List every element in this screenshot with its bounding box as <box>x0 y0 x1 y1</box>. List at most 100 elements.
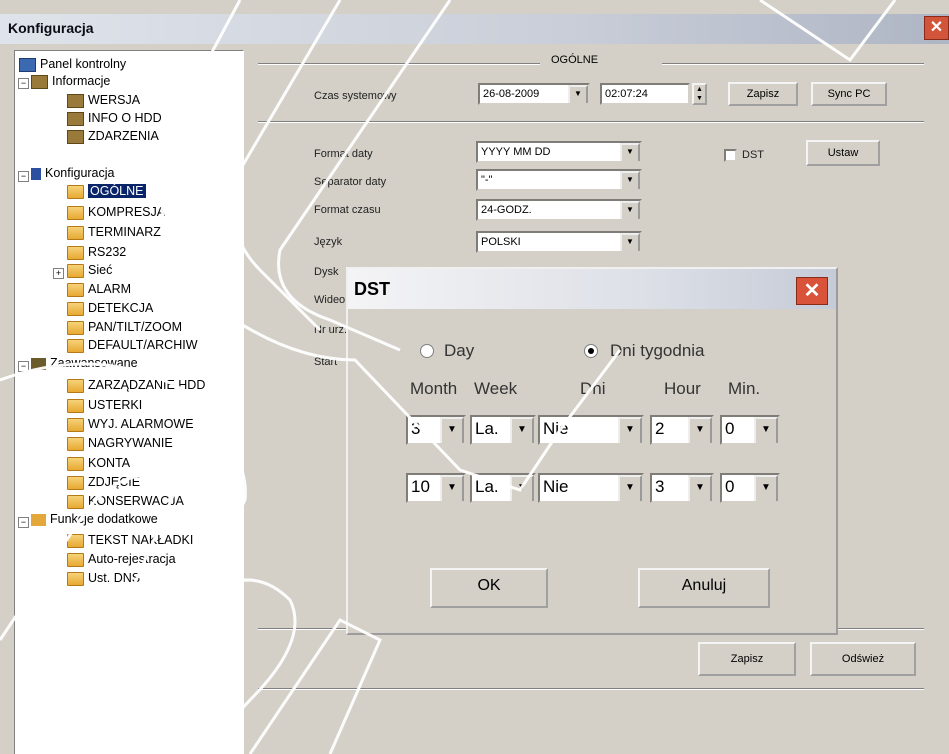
ustaw-button[interactable]: Ustaw <box>806 140 880 166</box>
date-field[interactable]: 26-08-2009 ▼ <box>478 83 590 105</box>
chevron-down-icon[interactable]: ▼ <box>688 417 712 443</box>
tree-item-zaawansowane[interactable]: Zaawansowane <box>31 354 138 372</box>
tree-item-ust-dns[interactable]: Ust. DNS <box>67 569 140 587</box>
tree-item-wersja[interactable]: WERSJA <box>67 91 140 109</box>
tree-item-default[interactable]: DEFAULT/ARCHIW <box>67 336 198 354</box>
expand-informacje-icon[interactable]: − <box>18 78 29 89</box>
day-radio[interactable] <box>420 344 434 358</box>
dni-tygodnia-radio[interactable] <box>584 344 598 358</box>
chevron-down-icon[interactable]: ▼ <box>568 85 588 103</box>
chevron-down-icon[interactable]: ▼ <box>510 417 534 443</box>
end-month-select[interactable]: 10 ▼ <box>406 473 466 503</box>
folder-icon <box>67 417 84 432</box>
start-hour-select[interactable]: 2 ▼ <box>650 415 714 445</box>
end-day-select[interactable]: Nie ▼ <box>538 473 644 503</box>
tree-item-funkcje-dodatkowe[interactable]: Funkcje dodatkowe <box>31 510 158 528</box>
tree-item-kompresja[interactable]: KOMPRESJA <box>67 203 165 221</box>
dysk-label: Dysk <box>314 266 339 278</box>
format-czasu-select[interactable]: 24-GODZ. ▼ <box>476 199 642 221</box>
dni-tygodnia-radio-label: Dni tygodnia <box>610 341 705 360</box>
zapisz-button[interactable]: Zapisz <box>698 642 796 676</box>
tree-item-rs232[interactable]: RS232 <box>67 243 126 261</box>
start-day-select[interactable]: Nie ▼ <box>538 415 644 445</box>
tree-item-pantilt[interactable]: PAN/TILT/ZOOM <box>67 318 182 336</box>
chevron-down-icon[interactable]: ▼ <box>620 143 640 161</box>
divider-line <box>258 121 924 123</box>
start-month-select[interactable]: 3 ▼ <box>406 415 466 445</box>
folder-icon <box>67 320 84 335</box>
dst-dialog-title: DST <box>354 279 390 299</box>
tree-item-konfiguracja[interactable]: Konfiguracja <box>31 164 115 182</box>
chevron-down-icon[interactable]: ▼ <box>620 201 640 219</box>
tree-item-konserwacja[interactable]: KONSERWACJA <box>67 492 184 510</box>
chevron-down-icon[interactable]: ▼ <box>440 475 464 501</box>
expand-siec-icon[interactable]: + <box>53 268 64 279</box>
tree-item-konta[interactable]: KONTA <box>67 454 130 472</box>
expand-zaawansowane-icon[interactable]: − <box>18 361 29 372</box>
start-week-select[interactable]: La. ▼ <box>470 415 536 445</box>
tree-item-nagrywanie[interactable]: NAGRYWANIE <box>67 434 173 452</box>
folder-icon <box>67 245 84 260</box>
document-icon <box>67 129 84 144</box>
tree-item-tekst-nakladki[interactable]: TEKST NAKŁADKI <box>67 531 193 549</box>
tree-item-ogolne[interactable]: OGÓLNE <box>67 182 146 200</box>
chevron-down-icon[interactable]: ▼ <box>620 171 640 189</box>
tree-item-wyj-alarmowe[interactable]: WYJ. ALARMOWE <box>67 415 194 433</box>
document-icon <box>67 111 84 126</box>
tree-item-alarm[interactable]: ALARM <box>67 280 131 298</box>
chevron-down-icon[interactable]: ▼ <box>618 475 642 501</box>
tree-item-informacje[interactable]: Informacje <box>31 72 110 90</box>
end-hour-select[interactable]: 3 ▼ <box>650 473 714 503</box>
window-close-button[interactable]: ✕ <box>924 16 949 40</box>
dst-checkbox[interactable] <box>724 149 737 162</box>
separator-daty-select[interactable]: "-" ▼ <box>476 169 642 191</box>
folder-icon <box>67 205 84 220</box>
tree-item-zdjecie[interactable]: ZDJĘCIE <box>67 473 140 491</box>
info-folder-icon <box>31 74 48 89</box>
chevron-down-icon[interactable]: ▼ <box>620 233 640 251</box>
tree-item-usterki[interactable]: USTERKI <box>67 396 142 414</box>
navigation-tree: Panel kontrolny − Informacje WERSJA INFO… <box>14 50 244 754</box>
expand-konfiguracja-icon[interactable]: − <box>18 171 29 182</box>
group-line-right <box>662 63 924 65</box>
tree-item-zarzadzanie-hdd[interactable]: ZARZĄDZANIE HDD <box>67 376 205 394</box>
chevron-down-icon[interactable]: ▼ <box>688 475 712 501</box>
tree-item-zdarzenia[interactable]: ZDARZENIA <box>67 127 159 145</box>
chevron-down-icon[interactable]: ▼ <box>510 475 534 501</box>
zapisz-time-button[interactable]: Zapisz <box>728 82 798 106</box>
anuluj-button[interactable]: Anuluj <box>638 568 770 608</box>
dst-close-button[interactable]: ✕ <box>796 277 828 305</box>
tree-item-detekcja[interactable]: DETEKCJA <box>67 299 153 317</box>
folder-icon <box>67 282 84 297</box>
format-daty-label: Format daty <box>314 148 373 160</box>
folder-icon <box>67 436 84 451</box>
tree-item-auto-rejestracja[interactable]: Auto-rejestracja <box>67 550 176 568</box>
tree-item-siec[interactable]: Sieć <box>67 261 112 279</box>
odswiez-button[interactable]: Odśwież <box>810 642 916 676</box>
chevron-down-icon[interactable]: ▼ <box>618 417 642 443</box>
time-field[interactable]: 02:07:24 <box>600 83 690 105</box>
expand-funkcje-icon[interactable]: − <box>18 517 29 528</box>
format-daty-select[interactable]: YYYY MM DD ▼ <box>476 141 642 163</box>
ok-button[interactable]: OK <box>430 568 548 608</box>
hour-header: Hour <box>664 379 701 398</box>
chevron-down-icon[interactable]: ▼ <box>754 417 778 443</box>
chevron-down-icon[interactable]: ▼ <box>754 475 778 501</box>
start-min-select[interactable]: 0 ▼ <box>720 415 780 445</box>
separator-daty-label: Separator daty <box>314 176 387 188</box>
chevron-down-icon[interactable]: ▼ <box>440 417 464 443</box>
jezyk-select[interactable]: POLSKI ▼ <box>476 231 642 253</box>
sync-pc-button[interactable]: Sync PC <box>811 82 887 106</box>
document-icon <box>67 93 84 108</box>
tree-item-terminarz[interactable]: TERMINARZ <box>67 223 161 241</box>
tree-item-panel-kontrolny[interactable]: Panel kontrolny <box>19 55 126 73</box>
end-week-select[interactable]: La. ▼ <box>470 473 536 503</box>
folder-icon <box>67 571 84 586</box>
end-min-select[interactable]: 0 ▼ <box>720 473 780 503</box>
config-icon <box>31 167 41 180</box>
tree-item-info-hdd[interactable]: INFO O HDD <box>67 109 162 127</box>
folder-icon <box>67 301 84 316</box>
group-line-left <box>258 63 540 65</box>
time-spin-icon[interactable]: ▲ ▼ <box>692 83 707 105</box>
functions-folder-icon <box>31 513 46 526</box>
